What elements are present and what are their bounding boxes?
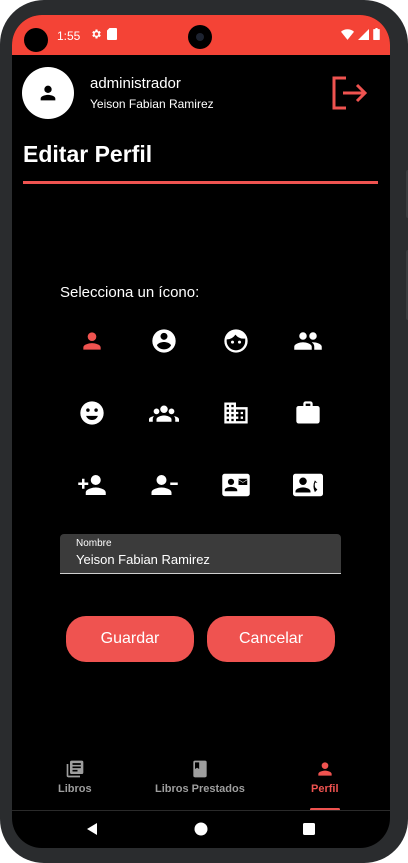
icon-option-person[interactable] [72, 321, 112, 361]
icon-option-people[interactable] [288, 321, 328, 361]
person-add-icon [78, 475, 106, 495]
center-camera [188, 25, 212, 49]
phone-frame: 1:55 administrador Yeison Fabian Ramirez… [0, 0, 408, 863]
person-icon [40, 85, 56, 101]
group-icon [149, 405, 179, 422]
logout-icon[interactable] [330, 75, 370, 111]
icon-option-mood[interactable] [72, 393, 112, 433]
person-icon [83, 332, 101, 350]
contact-mail-icon [222, 473, 250, 497]
cancel-button[interactable]: Cancelar [207, 616, 335, 662]
mood-icon [80, 401, 104, 425]
account-circle-icon [152, 329, 176, 353]
avatar [22, 67, 74, 119]
person-remove-icon [151, 475, 178, 495]
contact-phone-icon [293, 473, 323, 497]
name-input[interactable] [76, 552, 331, 567]
nav-label: Perfil [311, 783, 339, 795]
icon-option-account-circle[interactable] [144, 321, 184, 361]
system-navigation-bar [12, 811, 390, 848]
back-icon[interactable] [84, 821, 100, 837]
nav-label: Libros Prestados [155, 783, 245, 795]
icon-option-person-remove[interactable] [144, 465, 184, 505]
save-button[interactable]: Guardar [66, 616, 194, 662]
icon-grid [60, 321, 350, 517]
name-field[interactable]: Nombre [60, 534, 341, 574]
title-divider [23, 181, 378, 184]
status-time: 1:55 [57, 29, 81, 43]
app-screen: 1:55 administrador Yeison Fabian Ramirez… [12, 15, 390, 848]
user-name: Yeison Fabian Ramirez [90, 97, 214, 111]
nav-label: Libros [58, 783, 92, 795]
icon-option-contact-phone[interactable] [288, 465, 328, 505]
status-bar: 1:55 [12, 15, 390, 55]
nav-item-perfil[interactable]: Perfil [311, 759, 339, 795]
icon-select-label: Selecciona un ícono: [60, 284, 200, 301]
icon-option-work[interactable] [288, 393, 328, 433]
work-icon [296, 401, 320, 424]
person-icon [318, 762, 332, 776]
recents-icon[interactable] [301, 821, 317, 837]
icon-option-face[interactable] [216, 321, 256, 361]
library-books-icon [66, 760, 84, 778]
battery-icon [373, 28, 380, 40]
icon-option-group[interactable] [144, 393, 184, 433]
home-icon[interactable] [193, 821, 209, 837]
business-icon [224, 402, 248, 424]
user-role: administrador [90, 75, 181, 92]
nav-item-libros-prestados[interactable]: Libros Prestados [155, 759, 245, 795]
icon-option-person-add[interactable] [72, 465, 112, 505]
page-title: Editar Perfil [23, 141, 153, 167]
nav-item-libros[interactable]: Libros [58, 759, 92, 795]
people-icon [294, 332, 322, 350]
signal-icon [358, 28, 369, 40]
icon-option-contact-mail[interactable] [216, 465, 256, 505]
sim-card-icon [107, 28, 117, 40]
bottom-navigation: Libros Libros Prestados Perfil [12, 749, 390, 811]
wifi-icon [341, 28, 354, 40]
face-icon [224, 329, 248, 353]
name-field-label: Nombre [76, 538, 112, 549]
settings-icon [92, 29, 101, 39]
book-icon [193, 760, 207, 778]
icon-option-business[interactable] [216, 393, 256, 433]
front-camera [24, 28, 48, 52]
